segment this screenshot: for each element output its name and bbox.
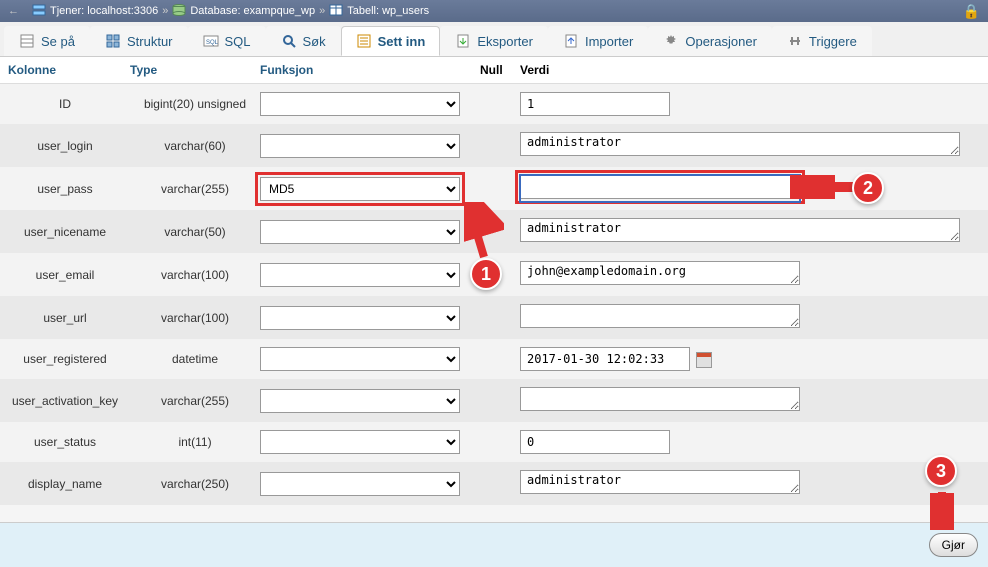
value-input[interactable]: john@exampledomain.org	[520, 261, 800, 285]
function-select[interactable]	[260, 220, 460, 244]
tab-label: Eksporter	[477, 34, 533, 49]
header-value: Verdi	[520, 63, 988, 77]
arrow-3	[930, 490, 954, 530]
function-select[interactable]	[260, 134, 460, 158]
value-input[interactable]: administrator	[520, 218, 960, 242]
tab-label: Struktur	[127, 34, 173, 49]
function-select[interactable]	[260, 472, 460, 496]
value-input[interactable]	[520, 387, 800, 411]
column-type: varchar(250)	[130, 477, 260, 491]
function-select[interactable]	[260, 430, 460, 454]
callout-3: 3	[925, 455, 957, 487]
breadcrumb-database[interactable]: Database: exampque_wp	[190, 5, 315, 17]
server-icon	[32, 4, 46, 19]
tab-export[interactable]: Eksporter	[440, 26, 548, 56]
lock-icon[interactable]: 🔒	[963, 3, 980, 20]
header-null: Null	[480, 63, 520, 77]
callout-number: 2	[863, 178, 873, 199]
column-type: datetime	[130, 352, 260, 366]
callout-1: 1	[470, 258, 502, 290]
table-icon	[329, 4, 343, 19]
table-body: IDbigint(20) unsigneduser_loginvarchar(6…	[0, 84, 988, 505]
function-select[interactable]: MD5	[260, 177, 460, 201]
value-input[interactable]	[520, 304, 800, 328]
table-row: user_loginvarchar(60) administrator	[0, 124, 988, 167]
column-type: varchar(100)	[130, 268, 260, 282]
column-headers: Kolonne Type Funksjon Null Verdi	[0, 57, 988, 84]
tab-label: Importer	[585, 34, 633, 49]
breadcrumb: ← Tjener: localhost:3306 » Database: exa…	[0, 0, 988, 22]
header-column: Kolonne	[0, 63, 130, 77]
table-row: display_namevarchar(250) administrator	[0, 462, 988, 505]
header-function[interactable]: Funksjon	[260, 63, 480, 77]
tab-label: SQL	[225, 34, 251, 49]
submit-button[interactable]: Gjør	[929, 533, 978, 557]
tab-label: Triggere	[809, 34, 857, 49]
calendar-icon[interactable]	[696, 352, 712, 368]
tab-label: Sett inn	[378, 34, 426, 49]
callout-number: 3	[936, 461, 946, 482]
tab-triggers[interactable]: Triggere	[772, 26, 872, 56]
column-name: user_status	[0, 435, 130, 449]
breadcrumb-table[interactable]: Tabell: wp_users	[347, 5, 429, 17]
column-name: user_activation_key	[0, 394, 130, 408]
function-select[interactable]	[260, 306, 460, 330]
column-name: user_pass	[0, 182, 130, 196]
tab-insert[interactable]: Sett inn	[341, 26, 441, 56]
function-select[interactable]	[260, 263, 460, 287]
callout-2: 2	[852, 172, 884, 204]
tab-label: Se på	[41, 34, 75, 49]
column-name: display_name	[0, 477, 130, 491]
function-select[interactable]	[260, 389, 460, 413]
tab-structure[interactable]: Struktur	[90, 26, 188, 56]
tab-label: Operasjoner	[685, 34, 757, 49]
value-input[interactable]: NyttPassord88	[520, 175, 800, 199]
column-name: user_registered	[0, 352, 130, 366]
column-name: user_url	[0, 311, 130, 325]
table-row: IDbigint(20) unsigned	[0, 84, 988, 124]
column-type: varchar(60)	[130, 139, 260, 153]
callout-number: 1	[481, 264, 491, 285]
table-row: user_activation_keyvarchar(255)	[0, 379, 988, 422]
column-type: varchar(255)	[130, 394, 260, 408]
function-select[interactable]	[260, 347, 460, 371]
breadcrumb-server[interactable]: Tjener: localhost:3306	[50, 5, 158, 17]
tab-browse[interactable]: Se på	[4, 26, 90, 56]
value-input[interactable]	[520, 92, 670, 116]
column-type: varchar(100)	[130, 311, 260, 325]
value-input[interactable]: administrator	[520, 470, 800, 494]
column-name: user_nicename	[0, 225, 130, 239]
column-name: ID	[0, 97, 130, 111]
table-row: user_statusint(11)	[0, 422, 988, 462]
column-type: int(11)	[130, 435, 260, 449]
arrow-1	[464, 202, 504, 262]
column-type: varchar(50)	[130, 225, 260, 239]
function-select[interactable]	[260, 92, 460, 116]
footer-bar: Gjør	[0, 522, 988, 567]
tab-search[interactable]: Søk	[266, 26, 341, 56]
svg-text:SQL: SQL	[206, 40, 219, 46]
tab-import[interactable]: Importer	[548, 26, 648, 56]
column-name: user_email	[0, 268, 130, 282]
column-name: user_login	[0, 139, 130, 153]
tab-operations[interactable]: Operasjoner	[648, 26, 772, 56]
table-row: user_registereddatetime	[0, 339, 988, 379]
header-type[interactable]: Type	[130, 63, 260, 77]
tab-sql[interactable]: SQL SQL	[188, 26, 266, 56]
value-input[interactable]	[520, 347, 690, 371]
arrow-2	[790, 175, 860, 199]
column-type: bigint(20) unsigned	[130, 97, 260, 111]
value-input[interactable]: administrator	[520, 132, 960, 156]
tabs-bar: Se på Struktur SQL SQL Søk Sett inn Ekspo…	[0, 22, 988, 57]
value-input[interactable]	[520, 430, 670, 454]
tab-label: Søk	[303, 34, 326, 49]
database-icon	[172, 4, 186, 19]
table-row: user_urlvarchar(100)	[0, 296, 988, 339]
back-arrow-icon[interactable]: ←	[8, 5, 28, 17]
column-type: varchar(255)	[130, 182, 260, 196]
